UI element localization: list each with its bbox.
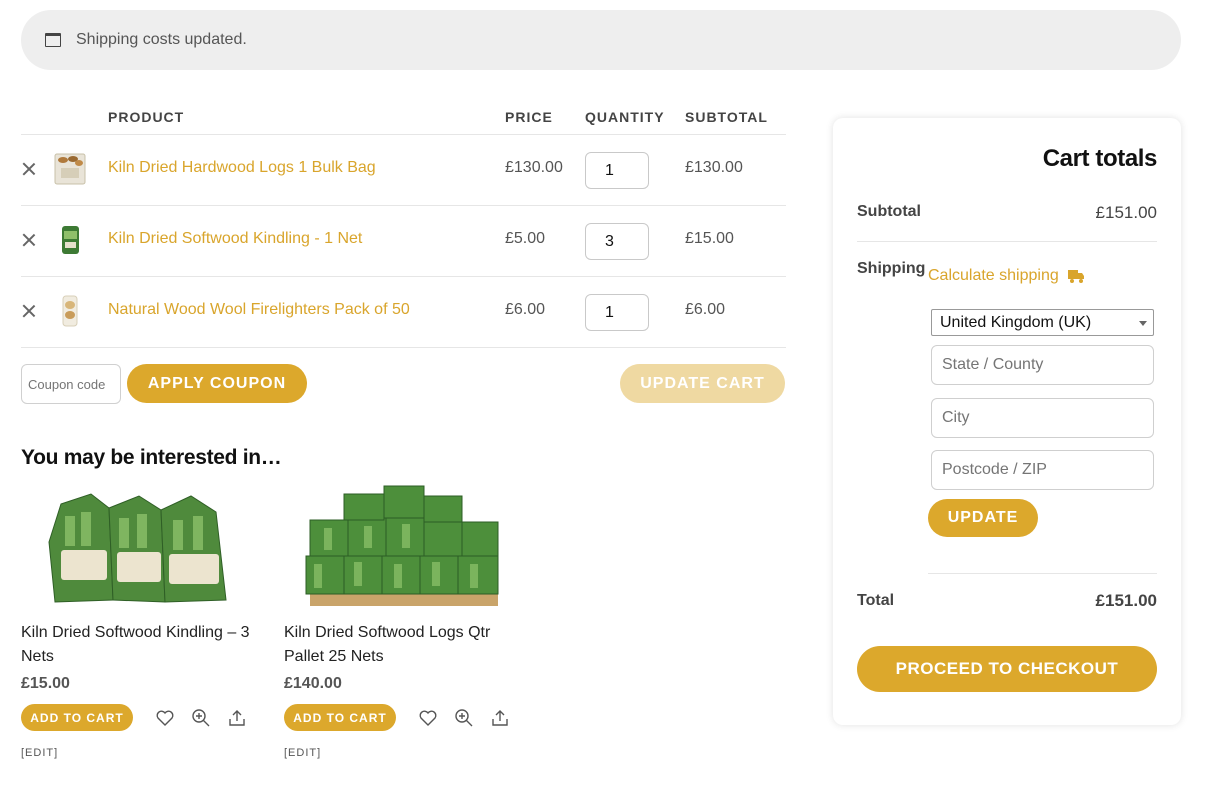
crosssell-product-title[interactable]: Kiln Dried Softwood Logs Qtr Pallet 25 N… [284,621,524,669]
cart-item-subtotal: £130.00 [685,159,743,176]
quantity-input[interactable] [585,294,649,331]
update-cart-button[interactable]: UPDATE CART [620,364,785,403]
zoom-icon[interactable] [454,708,474,728]
product-thumbnail-logs-bag[interactable] [51,151,89,187]
proceed-to-checkout-button[interactable]: PROCEED TO CHECKOUT [857,646,1157,692]
total-value: £151.00 [1095,591,1157,610]
calculate-shipping-link[interactable]: Calculate shipping [928,267,1085,285]
remove-icon[interactable] [21,303,37,319]
header-product: PRODUCT [108,109,185,125]
add-to-cart-button[interactable]: ADD TO CART [284,704,396,731]
cart-item-price: £130.00 [505,159,563,176]
edit-link[interactable]: [EDIT] [284,747,524,759]
product-image-logs-pallet[interactable] [284,482,504,608]
postcode-input[interactable] [931,450,1154,490]
product-image-kindling-nets[interactable] [21,482,241,608]
header-quantity: QUANTITY [585,109,665,125]
total-label: Total [857,592,895,609]
product-thumbnail-firelighters[interactable] [51,293,89,329]
zoom-icon[interactable] [191,708,211,728]
notice-text: Shipping costs updated. [76,31,247,48]
remove-icon[interactable] [21,161,37,177]
select-caret-icon [1139,321,1147,326]
quantity-input[interactable] [585,223,649,260]
cart-row: Natural Wood Wool Firelighters Pack of 5… [21,277,786,348]
header-price: PRICE [505,109,553,125]
subtotal-label: Subtotal [857,203,921,220]
country-select-value: United Kingdom (UK) [940,313,1092,331]
edit-link[interactable]: [EDIT] [21,747,261,759]
cart-row: Kiln Dried Softwood Kindling - 1 Net £5.… [21,206,786,277]
add-to-cart-button[interactable]: ADD TO CART [21,704,133,731]
cart-item-price: £6.00 [505,301,546,318]
product-thumbnail-kindling-net[interactable] [51,222,89,258]
cart-item-subtotal: £6.00 [685,301,726,318]
truck-icon [1067,270,1084,283]
calculate-shipping-label: Calculate shipping [928,267,1059,284]
subtotal-value: £151.00 [1095,203,1157,222]
country-select[interactable]: United Kingdom (UK) [931,309,1154,336]
crosssell-product-price: £140.00 [284,675,342,692]
heart-icon[interactable] [418,708,438,728]
cart-item-link[interactable]: Kiln Dried Hardwood Logs 1 Bulk Bag [108,159,376,177]
city-input[interactable] [931,398,1154,438]
cart-totals-panel: Cart totals Subtotal £151.00 Shipping Ca… [833,118,1181,725]
notice-banner: Shipping costs updated. [21,10,1181,70]
shipping-label: Shipping [857,260,926,277]
crosssell-product-card: Kiln Dried Softwood Kindling – 3 Nets £1… [21,482,261,759]
crosssell-heading: You may be interested in… [21,446,282,469]
share-icon[interactable] [227,708,247,728]
coupon-input[interactable] [21,364,121,404]
cart-item-price: £5.00 [505,230,546,247]
update-shipping-button[interactable]: UPDATE [928,499,1038,537]
cart-item-link[interactable]: Natural Wood Wool Firelighters Pack of 5… [108,301,410,319]
cart-item-subtotal: £15.00 [685,230,734,247]
cart-table-header: PRODUCT PRICE QUANTITY SUBTOTAL [21,100,786,135]
cart-row: Kiln Dried Hardwood Logs 1 Bulk Bag £130… [21,135,786,206]
cart-actions: APPLY COUPON UPDATE CART [21,348,786,410]
share-icon[interactable] [490,708,510,728]
divider [857,241,1157,242]
heart-icon[interactable] [155,708,175,728]
header-subtotal: SUBTOTAL [685,109,768,125]
cart-item-link[interactable]: Kiln Dried Softwood Kindling - 1 Net [108,230,362,248]
remove-icon[interactable] [21,232,37,248]
crosssell-product-card: Kiln Dried Softwood Logs Qtr Pallet 25 N… [284,482,524,759]
quantity-input[interactable] [585,152,649,189]
cart-totals-title: Cart totals [1042,145,1158,172]
apply-coupon-button[interactable]: APPLY COUPON [127,364,307,403]
window-icon [45,33,61,47]
cart-table: PRODUCT PRICE QUANTITY SUBTOTAL Kiln Dri… [21,100,786,410]
divider [928,573,1157,574]
crosssell-product-title[interactable]: Kiln Dried Softwood Kindling – 3 Nets [21,621,261,669]
crosssell-product-price: £15.00 [21,675,70,692]
state-input[interactable] [931,345,1154,385]
